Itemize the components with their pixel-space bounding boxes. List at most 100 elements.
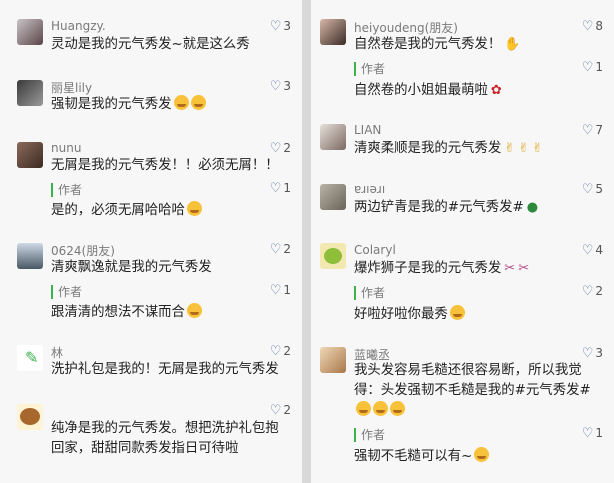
author-reply-marker <box>354 428 356 442</box>
reply-text: 跟清清的想法不谋而合 <box>51 300 202 320</box>
avatar[interactable] <box>17 19 43 45</box>
comment-text-content: 强韧是我的元气秀发 <box>51 97 172 112</box>
comment-text: 清爽飘逸就是我的元气秀发 <box>51 260 212 275</box>
avatar[interactable] <box>320 19 346 45</box>
heart-outline-icon: ♡ <box>581 123 594 138</box>
reply-author-label: 作者 <box>58 183 83 197</box>
avatar[interactable] <box>320 243 346 269</box>
like-count: 1 <box>595 426 603 440</box>
comment-username[interactable]: LIAN <box>354 123 381 137</box>
comment-username[interactable]: 林 <box>51 344 63 361</box>
avatar[interactable]: ✎ <box>17 345 43 371</box>
smirk-emoji-icon <box>186 201 202 216</box>
heart-outline-icon: ♡ <box>269 79 282 94</box>
heart-outline-icon: ♡ <box>269 344 282 359</box>
victory-hand-emoji-icon: ✌ <box>518 141 530 156</box>
reply-author-label: 作者 <box>361 62 386 76</box>
comment-username[interactable]: Huangzy. <box>51 19 106 33</box>
avatar[interactable] <box>17 243 43 269</box>
comment-text-content: 爆炸狮子是我的元气秀发 <box>354 261 502 276</box>
like-button[interactable]: ♡ 2 <box>270 403 291 418</box>
cartoon-icon <box>324 248 342 264</box>
comment-username[interactable]: ɐɹıǝɹı <box>354 182 385 196</box>
like-count: 3 <box>283 79 291 93</box>
heart-outline-icon: ♡ <box>581 243 594 258</box>
laughing-emoji-icon <box>390 401 405 416</box>
reply-author-label: 作者 <box>58 285 83 299</box>
like-count: 2 <box>283 344 291 358</box>
like-button[interactable]: ♡ 3 <box>270 79 291 94</box>
avatar[interactable] <box>17 80 43 106</box>
laughing-emoji-icon <box>373 401 388 416</box>
reply-text: 是的，必须无屑哈哈哈 <box>51 198 202 218</box>
comment-text: 洗护礼包是我的！无屑是我的元气秀发 <box>51 362 279 377</box>
smile-emoji-icon <box>186 303 202 318</box>
comment-text-content: 我头发容易毛糙还很容易断，所以我觉得：头发强韧不毛糙是我的#元气秀发# <box>354 363 591 398</box>
like-button[interactable]: ♡ 2 <box>270 141 291 156</box>
heart-eyes-emoji-icon <box>173 95 189 110</box>
heart-eyes-emoji-icon <box>190 95 206 110</box>
reply-like-button[interactable]: ♡ 2 <box>582 284 603 299</box>
comment-username[interactable]: nunu <box>51 141 81 155</box>
like-button[interactable]: ♡ 5 <box>582 182 603 197</box>
leaf-icon: ✎ <box>25 348 39 367</box>
heart-outline-icon: ♡ <box>269 181 282 196</box>
author-reply-marker <box>354 62 356 76</box>
avatar[interactable] <box>320 184 346 210</box>
avatar[interactable] <box>17 404 43 430</box>
reply-text: 好啦好啦你最秀 <box>354 302 465 322</box>
smirk-emoji-icon <box>449 305 465 320</box>
comment-username[interactable]: 丽星lily <box>51 79 92 96</box>
reply-like-button[interactable]: ♡ 1 <box>582 60 603 75</box>
bear-icon <box>20 408 40 425</box>
reply-like-button[interactable]: ♡ 1 <box>270 283 291 298</box>
woman-raising-hand-emoji-icon: ✋ <box>504 37 521 52</box>
comment-text-content: 清爽柔顺是我的元气秀发 <box>354 141 502 156</box>
reply-like-button[interactable]: ♡ 1 <box>582 426 603 441</box>
avatar[interactable] <box>17 142 43 168</box>
comment-text: 爆炸狮子是我的元气秀发 ✂ ✂ <box>354 259 606 279</box>
reply-like-button[interactable]: ♡ 1 <box>270 181 291 196</box>
heart-outline-icon: ♡ <box>581 426 594 441</box>
reply-text-content: 跟清清的想法不谋而合 <box>51 305 185 320</box>
haircut-emoji-icon: ✂ <box>518 261 530 276</box>
heart-outline-icon: ♡ <box>581 284 594 299</box>
comment-text-content: 自然卷是我的元气秀发！ <box>354 37 502 52</box>
author-reply-marker <box>354 286 356 300</box>
heart-outline-icon: ♡ <box>269 283 282 298</box>
rose-emoji-icon: ✿ <box>490 83 502 98</box>
left-comments-panel: Huangzy. ♡ 3 灵动是我的元气秀发~就是这么秀 丽星lily ♡ 3 强韧… <box>0 0 302 483</box>
like-count: 3 <box>283 19 291 33</box>
comment-text: 清爽柔顺是我的元气秀发 ✌ ✌ ✌ <box>354 139 606 159</box>
reply-text-content: 是的，必须无屑哈哈哈 <box>51 203 185 218</box>
comment-text: 灵动是我的元气秀发~就是这么秀 <box>51 37 250 52</box>
avatar[interactable] <box>320 124 346 150</box>
comment-text-content: 两边铲青是我的#元气秀发# <box>354 200 524 215</box>
like-button[interactable]: ♡ 2 <box>270 242 291 257</box>
like-button[interactable]: ♡ 3 <box>270 19 291 34</box>
heart-outline-icon: ♡ <box>581 346 594 361</box>
comment-username[interactable]: Colaryl <box>354 243 396 257</box>
like-button[interactable]: ♡ 4 <box>582 243 603 258</box>
right-comments-panel: heiyoudeng(朋友) ♡ 8 自然卷是我的元气秀发！ ✋ 作者 ♡ 1 自然卷… <box>311 0 614 483</box>
reply-author-label: 作者 <box>361 286 386 300</box>
reply-text: 强韧不毛糙可以有~ <box>354 444 490 464</box>
heart-outline-icon: ♡ <box>581 60 594 75</box>
reply-text-content: 自然卷的小姐姐最萌啦 <box>354 83 488 98</box>
turtle-emoji-icon: ● <box>526 200 539 215</box>
like-button[interactable]: ♡ 3 <box>582 346 603 361</box>
like-button[interactable]: ♡ 7 <box>582 123 603 138</box>
heart-outline-icon: ♡ <box>581 182 594 197</box>
author-reply-marker <box>51 285 53 299</box>
comment-username[interactable]: heiyoudeng(朋友) <box>354 19 458 36</box>
reply-text-content: 强韧不毛糙可以有~ <box>354 449 473 464</box>
comment-text: 两边铲青是我的#元气秀发# ● <box>354 198 606 218</box>
author-reply-marker <box>51 183 53 197</box>
victory-hand-emoji-icon: ✌ <box>504 141 516 156</box>
avatar[interactable] <box>320 347 346 373</box>
like-button[interactable]: ♡ 8 <box>582 19 603 34</box>
comment-username[interactable]: 0624(朋友) <box>51 242 115 259</box>
like-button[interactable]: ♡ 2 <box>270 344 291 359</box>
like-count: 4 <box>595 243 603 257</box>
comment-text: 无屑是我的元气秀发！！必须无屑！！ <box>51 158 279 173</box>
